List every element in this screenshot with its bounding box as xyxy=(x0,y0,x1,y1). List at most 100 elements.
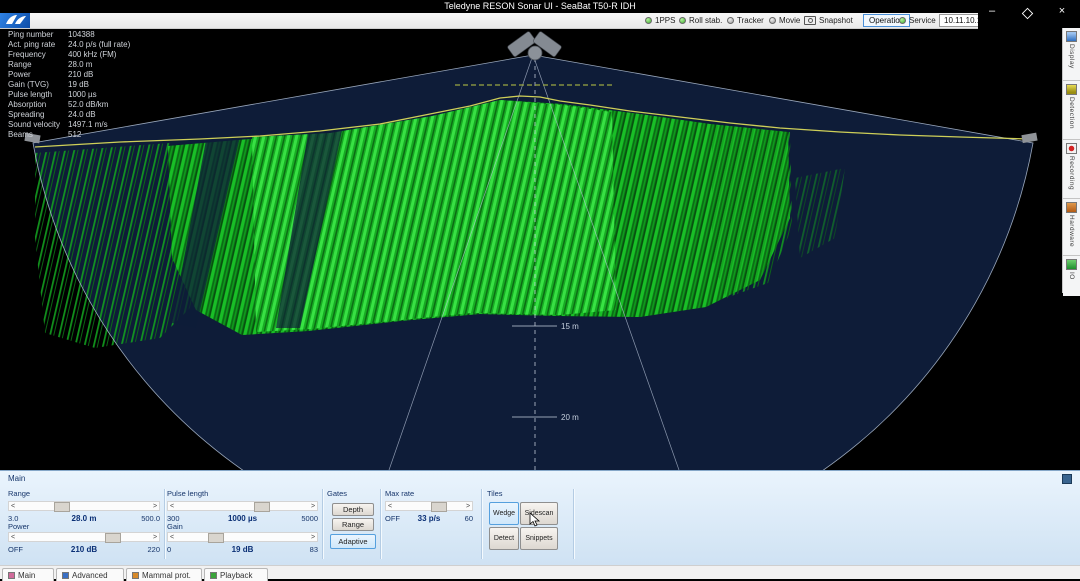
tiles-wedge-button[interactable]: Wedge xyxy=(489,502,519,525)
power-slider-left-arrow[interactable]: < xyxy=(9,533,17,542)
sonar-head-icon xyxy=(507,31,562,60)
window-title: Teledyne RESON Sonar UI - SeaBat T50-R I… xyxy=(0,1,1080,11)
movie-led-icon xyxy=(769,17,776,24)
svg-text:15 m: 15 m xyxy=(561,322,579,331)
range-slider-thumb[interactable] xyxy=(54,502,70,512)
tab-recording[interactable]: Recording xyxy=(1063,140,1080,199)
teledyne-logo xyxy=(0,13,30,28)
teledyne-logo-icon xyxy=(0,13,30,28)
pulse-slider-thumb[interactable] xyxy=(254,502,270,512)
camera-icon xyxy=(804,16,816,25)
hardware-tab-icon xyxy=(1066,202,1077,213)
pulse-slider-left-arrow[interactable]: < xyxy=(168,502,176,511)
bottom-tab-advanced[interactable]: Advanced xyxy=(56,568,124,581)
gates-adaptive-button[interactable]: Adaptive xyxy=(330,534,376,549)
indicator-roll-stab[interactable]: Roll stab. xyxy=(679,13,722,28)
max-rate-slider-right-arrow[interactable]: > xyxy=(464,502,472,511)
panel-title: Main xyxy=(8,474,25,483)
pulse-length-slider[interactable]: < > xyxy=(167,501,318,511)
tiles-detect-button[interactable]: Detect xyxy=(489,527,519,550)
info-row: Range28.0 m xyxy=(8,60,130,70)
service-led-icon xyxy=(899,17,906,24)
pulse-slider-right-arrow[interactable]: > xyxy=(309,502,317,511)
range-slider-left-arrow[interactable]: < xyxy=(9,502,17,511)
range-slider[interactable]: < > xyxy=(8,501,160,511)
info-row: Act. ping rate24.0 p/s (full rate) xyxy=(8,40,130,50)
info-row: Ping number104388 xyxy=(8,30,130,40)
divider xyxy=(322,489,323,559)
tab-hardware[interactable]: Hardware xyxy=(1063,199,1080,256)
sonar-wedge-canvas: 15 m 20 m xyxy=(0,28,1062,470)
pulse-values: 300 1000 µs 5000 xyxy=(167,514,318,523)
pulse-length-label: Pulse length xyxy=(167,489,208,498)
divider xyxy=(164,489,165,559)
indicator-1pps[interactable]: 1PPS xyxy=(645,13,675,28)
power-slider-right-arrow[interactable]: > xyxy=(151,533,159,542)
window-controls: – × xyxy=(978,0,1080,28)
gain-slider-right-arrow[interactable]: > xyxy=(309,533,317,542)
indicator-service[interactable]: Service xyxy=(899,13,936,28)
panel-pin-icon[interactable] xyxy=(1062,474,1072,484)
1pps-led-icon xyxy=(645,17,652,24)
io-tab-icon xyxy=(1066,259,1077,270)
minimize-button[interactable]: – xyxy=(980,2,1004,20)
gain-slider[interactable]: < > xyxy=(167,532,318,542)
bottom-tab-main[interactable]: Main xyxy=(2,568,54,581)
roll-stab-led-icon xyxy=(679,17,686,24)
divider xyxy=(380,489,381,559)
detection-tab-icon xyxy=(1066,84,1077,95)
indicator-movie[interactable]: Movie xyxy=(769,13,800,28)
tiles-label: Tiles xyxy=(487,489,503,498)
main-tab-icon xyxy=(8,572,15,579)
bottom-tab-mammal[interactable]: Mammal prot. xyxy=(126,568,202,581)
tracker-led-icon xyxy=(727,17,734,24)
max-rate-label: Max rate xyxy=(385,489,414,498)
range-slider-right-arrow[interactable]: > xyxy=(151,502,159,511)
bottom-tab-strip: Main Advanced Mammal prot. Playback xyxy=(0,565,1080,579)
gain-values: 0 19 dB 83 xyxy=(167,545,318,554)
bottom-tab-playback[interactable]: Playback xyxy=(204,568,268,581)
max-rate-slider[interactable]: < > xyxy=(385,501,473,511)
power-slider[interactable]: < > xyxy=(8,532,160,542)
info-row: Pulse length1000 µs xyxy=(8,90,130,100)
restore-icon xyxy=(1022,8,1033,19)
max-rate-slider-left-arrow[interactable]: < xyxy=(386,502,394,511)
advanced-tab-icon xyxy=(62,572,69,579)
app-window: Teledyne RESON Sonar UI - SeaBat T50-R I… xyxy=(0,0,1080,579)
sonar-info-panel: Ping number104388 Act. ping rate24.0 p/s… xyxy=(8,30,130,140)
restore-button[interactable] xyxy=(1014,2,1038,20)
power-label: Power xyxy=(8,522,29,531)
max-rate-values: OFF 33 p/s 60 xyxy=(385,514,473,523)
tab-detection[interactable]: Detection xyxy=(1063,81,1080,140)
mammal-tab-icon xyxy=(132,572,139,579)
mouse-cursor-icon xyxy=(529,512,541,533)
info-row: Frequency400 kHz (FM) xyxy=(8,50,130,60)
gain-slider-thumb[interactable] xyxy=(208,533,224,543)
info-row: Beams512 xyxy=(8,130,130,140)
range-label: Range xyxy=(8,489,30,498)
indicator-tracker[interactable]: Tracker xyxy=(727,13,764,28)
tab-display[interactable]: Display xyxy=(1063,28,1080,81)
gates-label: Gates xyxy=(327,489,347,498)
info-row: Sound velocity1497.1 m/s xyxy=(8,120,130,130)
playback-tab-icon xyxy=(210,572,217,579)
divider xyxy=(573,489,574,559)
info-row: Gain (TVG)19 dB xyxy=(8,80,130,90)
power-slider-thumb[interactable] xyxy=(105,533,121,543)
gain-label: Gain xyxy=(167,522,183,531)
snapshot-button[interactable]: Snapshot xyxy=(804,13,853,28)
power-values: OFF 210 dB 220 xyxy=(8,545,160,554)
recording-tab-icon xyxy=(1066,143,1077,154)
gates-depth-button[interactable]: Depth xyxy=(332,503,374,516)
max-rate-slider-thumb[interactable] xyxy=(431,502,447,512)
info-row: Spreading24.0 dB xyxy=(8,110,130,120)
edge-marker-right xyxy=(1021,133,1037,143)
close-button[interactable]: × xyxy=(1050,2,1074,20)
display-tab-icon xyxy=(1066,31,1077,42)
svg-text:20 m: 20 m xyxy=(561,413,579,422)
info-row: Power210 dB xyxy=(8,70,130,80)
tab-io[interactable]: IO xyxy=(1063,256,1080,296)
gain-slider-left-arrow[interactable]: < xyxy=(168,533,176,542)
range-values: 3.0 28.0 m 500.0 xyxy=(8,514,160,523)
gates-range-button[interactable]: Range xyxy=(332,518,374,531)
